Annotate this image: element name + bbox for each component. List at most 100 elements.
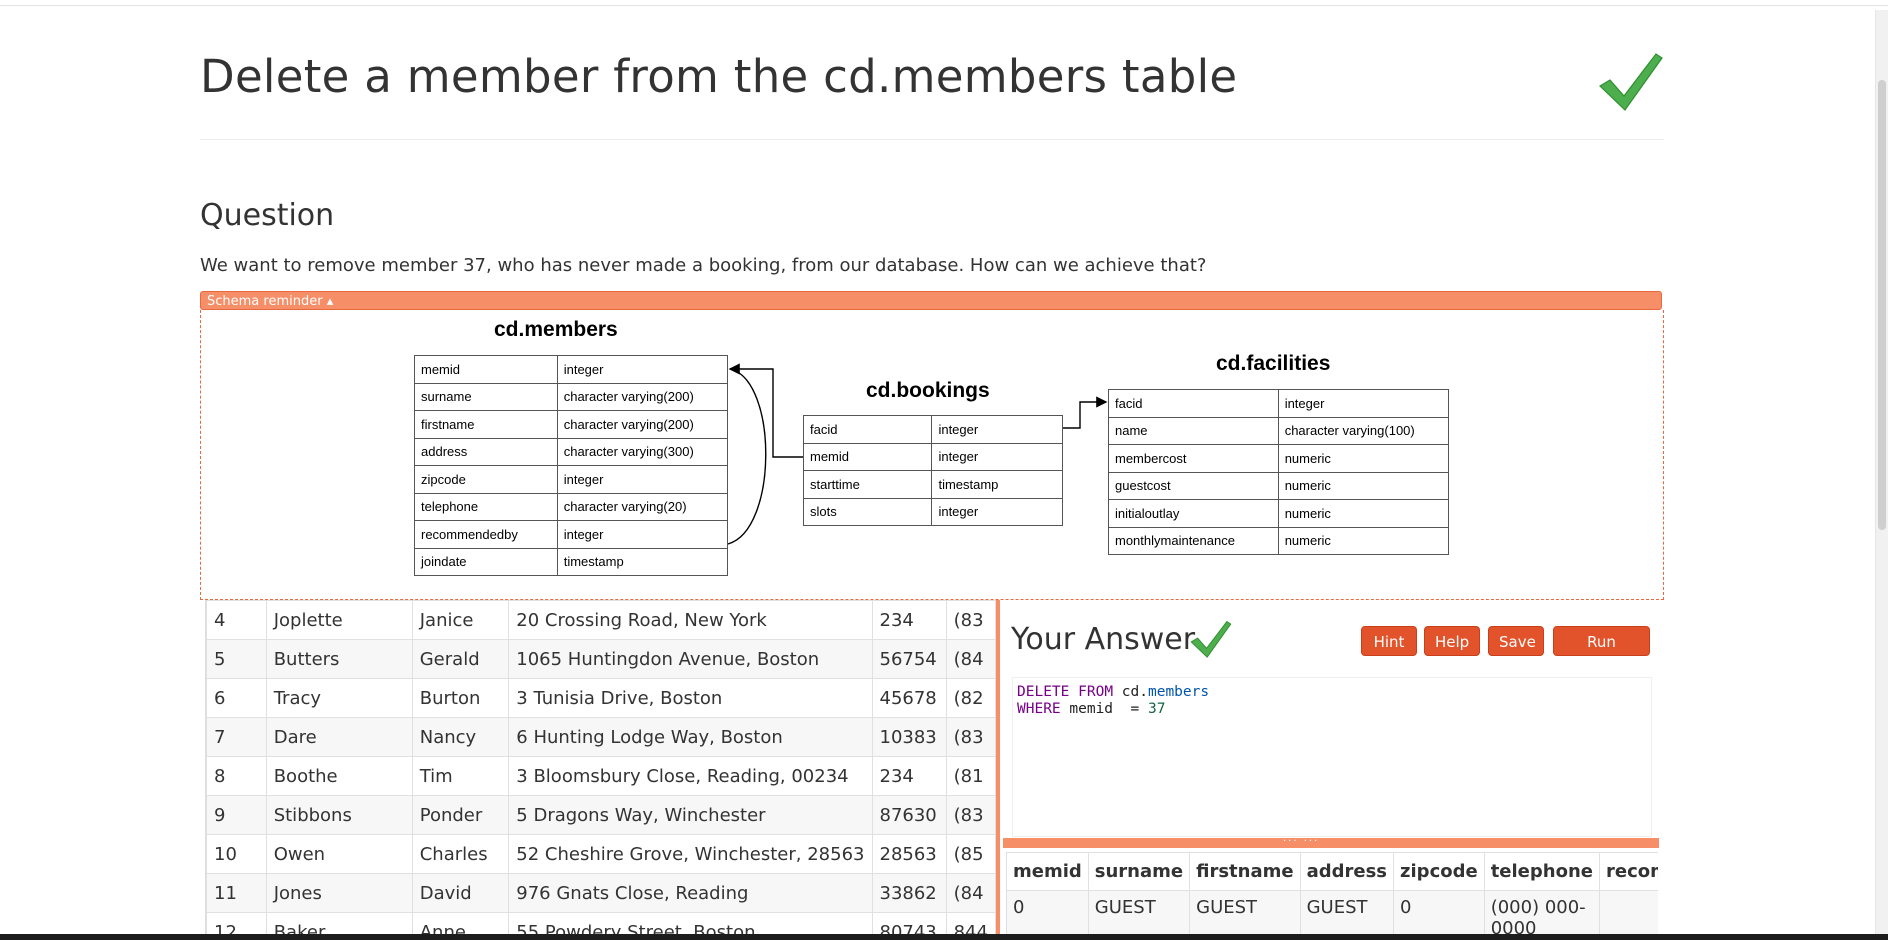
schema-row: monthlymaintenance numeric [1108,526,1450,555]
sql-keyword: WHERE [1017,701,1061,717]
table-row[interactable]: 9 Stibbons Ponder 5 Dragons Way, Winchester… [206,795,996,835]
column-type: character varying(200) [556,410,729,439]
table-cell: 56754 [871,639,947,679]
table-cell: 976 Gnats Close, Reading [508,873,873,913]
table-cell: Stibbons [265,795,413,835]
column-header[interactable]: address [1299,852,1395,891]
column-header[interactable]: zipcode [1393,852,1485,891]
table-row[interactable]: 11 Jones David 976 Gnats Close, Reading 3386… [206,873,996,913]
sql-column: memid [1069,701,1114,717]
column-type: integer [556,465,729,494]
column-type: integer [556,355,729,384]
run-query-button[interactable]: Run Query [1553,626,1650,681]
table-cell: (82 [945,678,996,718]
table-cell: 8 [206,756,267,796]
horizontal-splitter[interactable]: ··· ··· [1003,837,1659,848]
members-table-title: cd.members [494,318,618,341]
question-heading: Question [200,198,335,233]
schema-row: name character varying(100) [1108,416,1450,445]
table-row[interactable]: 5 Butters Gerald 1065 Huntingdon Avenue, Bo… [206,639,996,679]
sql-editor[interactable]: DELETE FROM cd.members WHERE memid = 37 [1012,677,1652,837]
table-cell: Janice [411,600,510,640]
column-type: integer [556,520,729,549]
column-name: memid [802,442,933,471]
sql-table: members [1147,684,1210,700]
table-cell: 0 [1393,890,1485,934]
table-cell: Owen [265,834,413,874]
table-cell: Boothe [265,756,413,796]
table-cell: Baker [265,912,413,934]
schema-row: memid integer [414,355,729,384]
schema-row: guestcost numeric [1108,471,1450,500]
table-row[interactable]: 8 Boothe Tim 3 Bloomsbury Close, Reading, 0… [206,756,996,796]
table-cell: (83 [945,795,996,835]
bottom-bar [0,934,1888,940]
table-cell: GUEST [1299,890,1395,934]
table-cell: 4 [206,600,267,640]
column-type: timestamp [556,547,729,576]
column-name: recommendedby [414,520,558,549]
schema-row: facid integer [802,415,1063,444]
sql-keyword: DELETE [1017,684,1070,700]
results-grid[interactable]: memid surname firstname address zipcode telep… [1006,852,1658,934]
column-header[interactable]: surname [1087,852,1191,891]
schema-row: facid integer [1108,389,1450,418]
column-type: numeric [1277,444,1450,473]
table-cell: 0 [1006,890,1089,934]
column-name: address [414,437,558,466]
schema-row: telephone character varying(20) [414,492,729,521]
table-cell: 10 [206,834,267,874]
column-header[interactable]: firstname [1189,852,1301,891]
check-icon [1599,53,1663,111]
column-header[interactable]: recomm [1598,852,1658,891]
sql-schema: cd [1121,684,1140,700]
column-name: facid [802,415,933,444]
column-name: initialoutlay [1108,499,1279,528]
table-row[interactable]: 4 Joplette Janice 20 Crossing Road, New Yor… [206,600,996,640]
scrollbar-thumb[interactable] [1878,80,1886,530]
column-type: integer [1277,389,1450,418]
table-cell: 3 Tunisia Drive, Boston [508,678,873,718]
table-row[interactable]: 0 GUEST GUEST GUEST 0 (000) 000-0000 [1006,890,1658,934]
table-cell: 33862 [871,873,947,913]
page-title: Delete a member from the cd.members tabl… [200,50,1238,103]
column-type: integer [931,442,1063,471]
answer-title: Your Answer [1011,622,1196,657]
table-cell: (81 [945,756,996,796]
schema-reminder-toggle[interactable]: Schema reminder ▴ [200,291,1662,310]
table-cell: 80743 [871,912,947,934]
column-header[interactable]: memid [1006,852,1089,891]
table-cell: Tim [411,756,510,796]
hint-button[interactable]: Hint [1361,626,1417,656]
table-row[interactable]: 10 Owen Charles 52 Cheshire Grove, Winchest… [206,834,996,874]
schema-row: address character varying(300) [414,437,729,466]
save-button[interactable]: Save [1488,626,1544,656]
table-cell: 5 Dragons Way, Winchester [508,795,873,835]
table-row[interactable]: 6 Tracy Burton 3 Tunisia Drive, Boston 45678… [206,678,996,718]
column-name: surname [414,382,558,411]
table-cell: Nancy [411,717,510,757]
column-name: starttime [802,470,933,499]
column-type: character varying(100) [1277,416,1450,445]
members-schema-table: memid integer surname character varying(200… [414,355,729,576]
table-cell: (83 [945,600,996,640]
page-scrollbar[interactable] [1875,10,1888,934]
table-cell: 6 [206,678,267,718]
table-cell: Burton [411,678,510,718]
table-cell: (84 [945,873,996,913]
sql-code: DELETE FROM cd.members WHERE memid = 37 [1017,684,1210,717]
table-cell: 12 [206,912,267,934]
schema-row: membercost numeric [1108,444,1450,473]
column-name: memid [414,355,558,384]
table-row[interactable]: 7 Dare Nancy 6 Hunting Lodge Way, Boston 103… [206,717,996,757]
table-cell: Anne [411,912,510,934]
column-header[interactable]: telephone [1483,852,1600,891]
schema-row: surname character varying(200) [414,382,729,411]
members-data-grid[interactable]: 4 Joplette Janice 20 Crossing Road, New Yor… [205,600,996,934]
schema-row: starttime timestamp [802,470,1063,499]
help-button[interactable]: Help [1424,626,1480,656]
table-cell: Ponder [411,795,510,835]
table-row[interactable]: 12 Baker Anne 55 Powdery Street, Boston 8074… [206,912,996,934]
table-cell: 844 [945,912,996,934]
sql-value: 37 [1147,701,1166,717]
